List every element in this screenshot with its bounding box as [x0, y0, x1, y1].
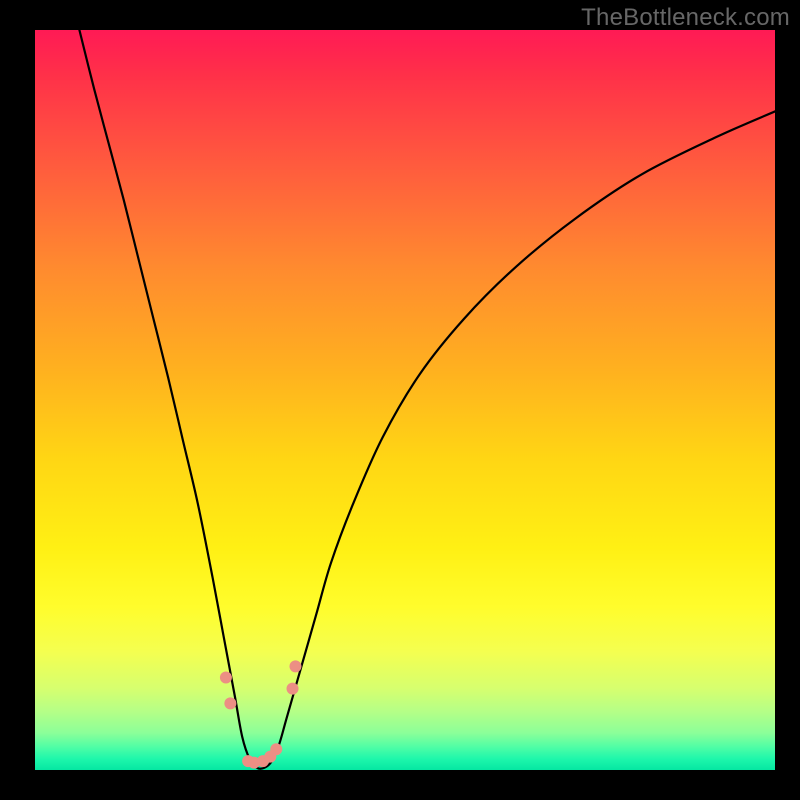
marker-dot [270, 743, 282, 755]
chart-svg [35, 30, 775, 770]
marker-dot [289, 660, 301, 672]
marker-dot [287, 683, 299, 695]
plot-area [35, 30, 775, 770]
watermark-text: TheBottleneck.com [581, 4, 790, 32]
marker-dot [220, 672, 232, 684]
chart-frame: TheBottleneck.com [0, 0, 800, 800]
bottleneck-curve [79, 30, 775, 769]
marker-dot [224, 697, 236, 709]
